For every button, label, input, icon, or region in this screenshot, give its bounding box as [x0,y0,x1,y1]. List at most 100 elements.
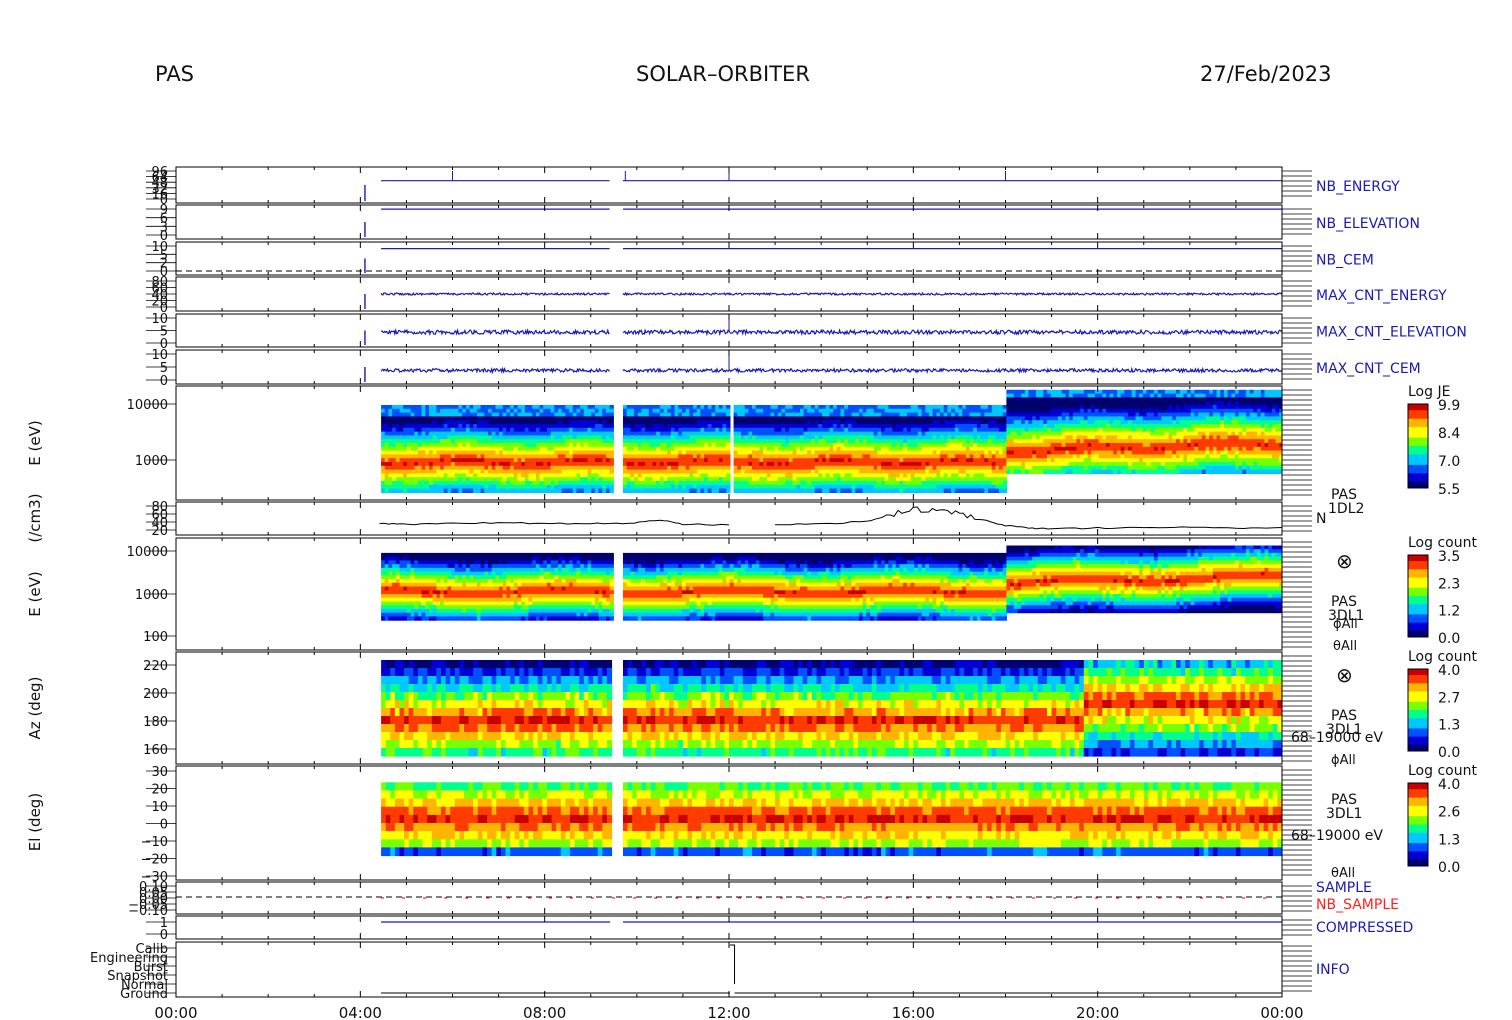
heat-cell [572,450,578,455]
heat-cell [425,416,430,421]
heat-cell [1109,462,1114,467]
heat-cell [513,454,519,459]
heat-cell [759,439,764,444]
heat-cell [766,481,772,486]
heat-cell [499,454,504,459]
heat-cell [645,427,650,433]
heat-cell [1176,405,1181,410]
heat-cell [594,465,600,471]
heat-cell [1124,462,1129,467]
heat-cell [547,473,552,478]
heat-cell [973,420,978,425]
heat-cell [1083,446,1089,452]
heat-cell [454,458,460,463]
heat-cell [554,435,559,440]
heat-cell [513,465,519,471]
heat-cell [1164,427,1170,433]
heat-cell [847,435,853,440]
heat-cell [521,458,526,463]
heat-cell [847,416,853,421]
heat-cell [480,416,485,421]
heat-cell [1091,424,1096,429]
heat-cell [1032,412,1037,417]
heat-cell [554,427,559,433]
heat-cell [634,458,639,463]
heat-cell [425,405,430,410]
heat-cell [659,481,665,486]
heat-cell [558,481,563,486]
heat-cell [1047,420,1052,425]
heat-cell [741,473,746,478]
heat-cell [715,435,720,440]
heat-cell [1058,439,1063,444]
heat-cell [726,443,731,448]
heat-cell [659,484,665,490]
heat-cell [403,443,408,448]
heat-cell [1124,458,1129,463]
heat-cell [862,488,867,493]
heat-cell [436,424,441,429]
heat-cell [1117,435,1122,440]
heat-cell [1039,393,1044,398]
heat-cell [792,477,797,482]
heat-cell [715,405,720,410]
heat-cell [954,454,960,459]
heat-cell [873,488,878,493]
heat-cell [458,458,463,463]
heat-cell [840,420,845,425]
heat-cell [980,488,985,493]
heat-cell [561,465,566,471]
heat-cell [792,416,797,421]
heat-cell [395,462,401,467]
heat-cell [436,431,441,436]
heat-cell [1021,408,1026,414]
heat-cell [443,408,448,414]
heat-cell [1021,401,1026,406]
heat-cell [862,408,867,414]
heat-cell [862,484,867,490]
heat-cell [844,431,849,436]
heat-cell [847,412,853,417]
heat-cell [733,473,738,478]
heat-cell [954,412,960,417]
heat-cell [1146,446,1151,452]
heat-cell [395,458,401,463]
heat-cell [1054,416,1059,421]
heat-cell [877,473,882,478]
heat-cell [558,454,563,459]
heat-cell [1153,405,1159,410]
heat-cell [1139,412,1144,417]
heat-cell [1172,427,1177,433]
heat-cell [1083,389,1089,395]
heat-cell [532,435,537,440]
heat-cell [1187,412,1192,417]
heat-cell [917,477,923,482]
heat-cell [652,484,657,490]
heat-cell [847,424,853,429]
heat-cell [381,462,386,467]
heat-cell [711,439,716,444]
heat-cell [1157,469,1162,474]
heat-cell [737,416,742,421]
heat-cell [984,446,989,452]
heat-cell [421,458,426,463]
heat-cell [840,454,845,459]
heat-cell [1028,393,1033,398]
heat-cell [792,458,797,463]
heat-cell [572,420,578,425]
heat-cell [1117,420,1122,425]
heat-cell [484,454,489,459]
heat-cell [630,454,635,459]
heat-cell [1087,389,1092,395]
heat-cell [744,420,749,425]
heat-cell [781,405,786,410]
heat-cell [1098,462,1103,467]
heat-cell [873,458,878,463]
heat-cell [711,405,716,410]
heat-cell [910,427,915,433]
heat-cell [1028,427,1033,433]
heat-cell [674,416,679,421]
heat-cell [999,488,1004,493]
heat-cell [822,446,827,452]
heat-cell [881,488,886,493]
